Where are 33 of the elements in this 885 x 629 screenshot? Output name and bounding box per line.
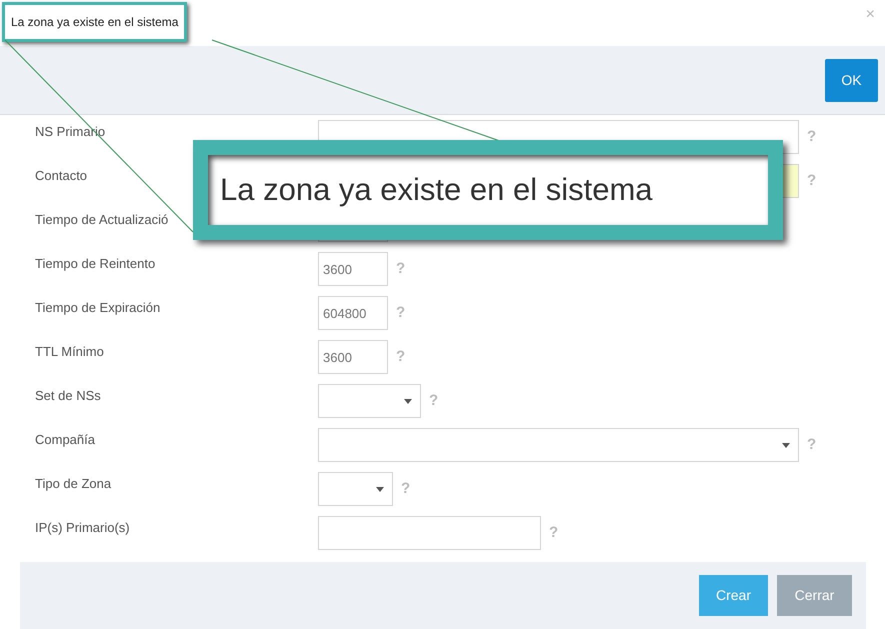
field-label: Contacto [34,167,88,186]
help-icon[interactable]: ? [807,126,816,148]
help-icon[interactable]: ? [396,258,406,280]
close-button[interactable]: × [866,3,875,27]
field-label: Tipo de Zona [34,475,112,494]
select-field[interactable] [318,472,393,506]
field-label: Tiempo de Expiración [34,299,162,318]
field-label: IP(s) Primario(s) [34,519,131,538]
input-field[interactable]: 3600 [318,252,388,286]
field-label: Compañía [34,431,96,450]
help-icon[interactable]: ? [549,522,558,544]
help-icon[interactable]: ? [396,302,406,324]
caret-icon [782,442,790,448]
select-field[interactable] [318,384,421,418]
input-field[interactable] [318,516,541,550]
ok-button[interactable]: OK [825,58,878,102]
caret-icon [404,398,412,404]
field-label: Set de NSs [34,387,102,406]
caret-icon [376,486,384,492]
help-icon[interactable]: ? [401,478,410,500]
input-field[interactable]: 604800 [318,296,388,330]
form-button[interactable]: Crear [699,575,768,616]
help-icon[interactable]: ? [807,434,816,456]
select-field[interactable] [318,428,799,462]
field-label: Tiempo de Reintento [34,255,156,274]
help-icon[interactable]: ? [396,346,406,368]
field-label: TTL Mínimo [34,343,105,362]
help-icon[interactable]: ? [429,390,438,412]
input-field[interactable]: 3600 [318,340,388,374]
message-text: La zona ya existe en el sistema [11,15,178,29]
callout-text: La zona ya existe en el sistema [220,170,653,209]
help-icon[interactable]: ? [807,170,816,192]
field-label: Tiempo de Actualizació [34,211,170,230]
